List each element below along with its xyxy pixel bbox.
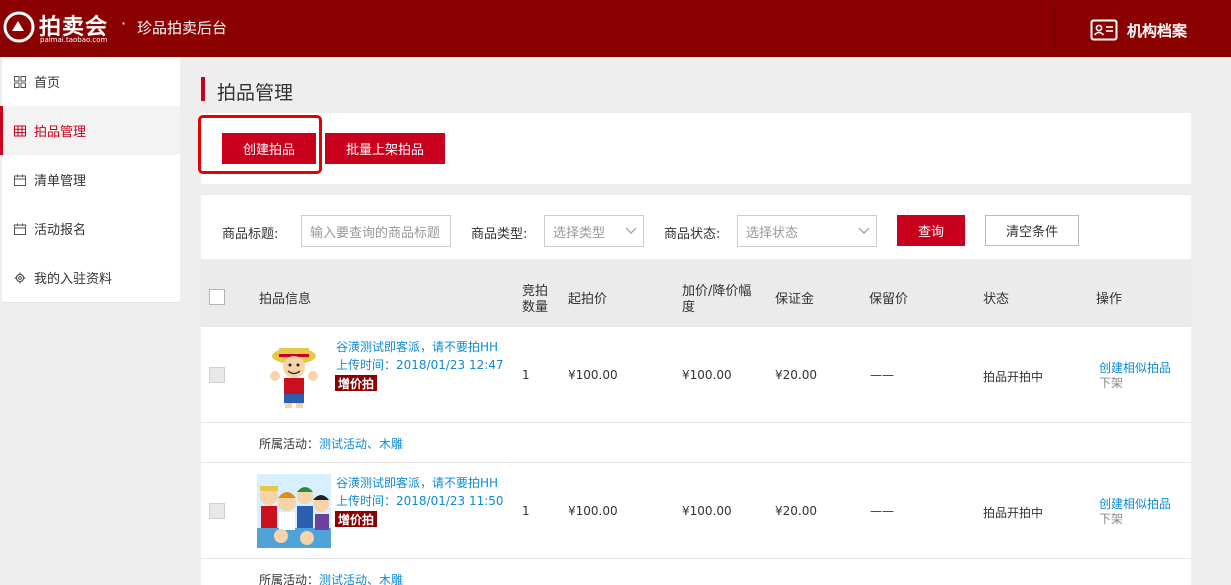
sidebar-item-label: 活动报名 [34, 223, 87, 238]
lot-thumbnail[interactable] [257, 338, 331, 412]
title-search-placeholder: 输入要查询的商品标题 [310, 225, 441, 241]
header-divider [1054, 6, 1055, 48]
price-increment: ¥100.00 [682, 368, 732, 382]
auction-type-badge: 增价拍 [335, 375, 378, 391]
paimai-logo[interactable]: 拍卖会 paimai.taobao.com [3, 7, 113, 47]
price-increment: ¥100.00 [682, 504, 732, 518]
col-start-price: 起拍价 [568, 292, 608, 307]
logo-mark-icon [3, 11, 35, 43]
title-search-input[interactable]: 输入要查询的商品标题 [301, 215, 451, 247]
highlight-annotation [198, 115, 322, 174]
row-activity: 所属活动： 测试活动、木雕 [201, 558, 1191, 585]
clear-filters-button[interactable]: 清空条件 [985, 215, 1079, 246]
select-all-checkbox[interactable] [209, 289, 225, 305]
type-filter-label: 商品类型: [471, 227, 528, 242]
activity-label: 所属活动： [259, 437, 320, 451]
lot-title-link[interactable]: 谷潢测试即客派，请不要拍HH [336, 474, 498, 491]
activity-label: 所属活动： [259, 573, 320, 585]
bid-quantity: 1 [522, 504, 530, 518]
row-checkbox[interactable] [209, 367, 225, 383]
deposit: ¥20.00 [775, 368, 817, 382]
status-filter-label: 商品状态: [664, 227, 721, 242]
table-icon [14, 125, 26, 136]
lot-status: 拍品开拍中 [983, 506, 1044, 520]
gear-icon [14, 272, 26, 283]
calendar-icon [14, 223, 26, 235]
delist-link[interactable]: 下架 [1099, 510, 1123, 527]
lot-thumbnail[interactable] [257, 474, 331, 548]
activity-links[interactable]: 测试活动、木雕 [319, 435, 403, 452]
row-activity: 所属活动： 测试活动、木雕 [201, 422, 1191, 462]
col-deposit: 保证金 [775, 292, 815, 307]
sidebar-item-my-profile[interactable]: 我的入驻资料 [2, 253, 180, 302]
col-lot-info: 拍品信息 [259, 292, 312, 307]
deposit: ¥20.00 [775, 504, 817, 518]
lot-upload-time: 上传时间：2018/01/23 12:47 [336, 358, 504, 372]
filter-panel: 商品标题: 输入要查询的商品标题 商品类型: 选择类型 商品状态: 选择状态 查… [201, 195, 1191, 259]
header-separator: · [121, 14, 127, 33]
sidebar: 首页 拍品管理 清单管理 活动报名 我的入驻资料 [0, 57, 180, 303]
start-price: ¥100.00 [568, 368, 618, 382]
start-price: ¥100.00 [568, 504, 618, 518]
sidebar-item-label: 首页 [34, 76, 61, 91]
sidebar-item-label: 拍品管理 [34, 125, 87, 140]
sidebar-item-activity-signup[interactable]: 活动报名 [2, 204, 180, 253]
type-select-placeholder: 选择类型 [553, 225, 606, 241]
col-action: 操作 [1096, 292, 1123, 307]
col-bid-qty-line2: 数量 [522, 300, 549, 315]
top-header: 拍卖会 paimai.taobao.com · 珍品拍卖后台 机构档案 [0, 0, 1231, 57]
sidebar-item-lot-management[interactable]: 拍品管理 [0, 106, 180, 155]
sidebar-item-label: 我的入驻资料 [34, 272, 113, 287]
table-header: 拍品信息 竞拍 数量 起拍价 加价/降价幅 度 保证金 保留价 状态 操作 [201, 259, 1191, 326]
col-status: 状态 [983, 292, 1010, 307]
id-card-icon [1090, 19, 1118, 41]
institution-archive-link[interactable]: 机构档案 [1090, 18, 1187, 42]
site-title: 珍品拍卖后台 [137, 19, 228, 37]
table-row: 谷潢测试即客派，请不要拍HH 上传时间：2018/01/23 11:50 增价拍… [201, 462, 1191, 558]
lot-upload-time: 上传时间：2018/01/23 11:50 [336, 494, 504, 508]
table-row: 谷潢测试即客派，请不要拍HH 上传时间：2018/01/23 12:47 增价拍… [201, 326, 1191, 422]
grid-icon [14, 75, 26, 88]
chevron-down-icon [858, 227, 870, 234]
col-reserve-price: 保留价 [869, 292, 909, 307]
type-select[interactable]: 选择类型 [544, 215, 644, 247]
row-checkbox[interactable] [209, 503, 225, 519]
activity-links[interactable]: 测试活动、木雕 [319, 571, 403, 585]
query-button[interactable]: 查询 [897, 215, 965, 246]
reserve-price: —— [870, 368, 894, 382]
logo-subtext: paimai.taobao.com [40, 36, 108, 44]
auction-type-badge: 增价拍 [335, 511, 378, 527]
page-title: 拍品管理 [217, 82, 294, 104]
sidebar-item-list-management[interactable]: 清单管理 [2, 155, 180, 204]
sidebar-item-label: 清单管理 [34, 174, 87, 189]
calendar-icon [14, 174, 26, 186]
batch-list-lots-button[interactable]: 批量上架拍品 [325, 133, 445, 164]
page-title-accent [201, 77, 205, 101]
col-increment-line2: 度 [682, 300, 696, 315]
bid-quantity: 1 [522, 368, 530, 382]
archive-label: 机构档案 [1127, 21, 1188, 40]
lot-status: 拍品开拍中 [983, 370, 1044, 384]
status-select[interactable]: 选择状态 [737, 215, 877, 247]
lot-title-link[interactable]: 谷潢测试即客派，请不要拍HH [336, 338, 498, 355]
delist-link[interactable]: 下架 [1099, 374, 1123, 391]
reserve-price: —— [870, 504, 894, 518]
chevron-down-icon [625, 227, 637, 234]
title-filter-label: 商品标题: [222, 227, 279, 242]
action-panel: 创建拍品 批量上架拍品 [201, 113, 1191, 184]
status-select-placeholder: 选择状态 [746, 225, 799, 241]
sidebar-item-home[interactable]: 首页 [2, 57, 180, 106]
